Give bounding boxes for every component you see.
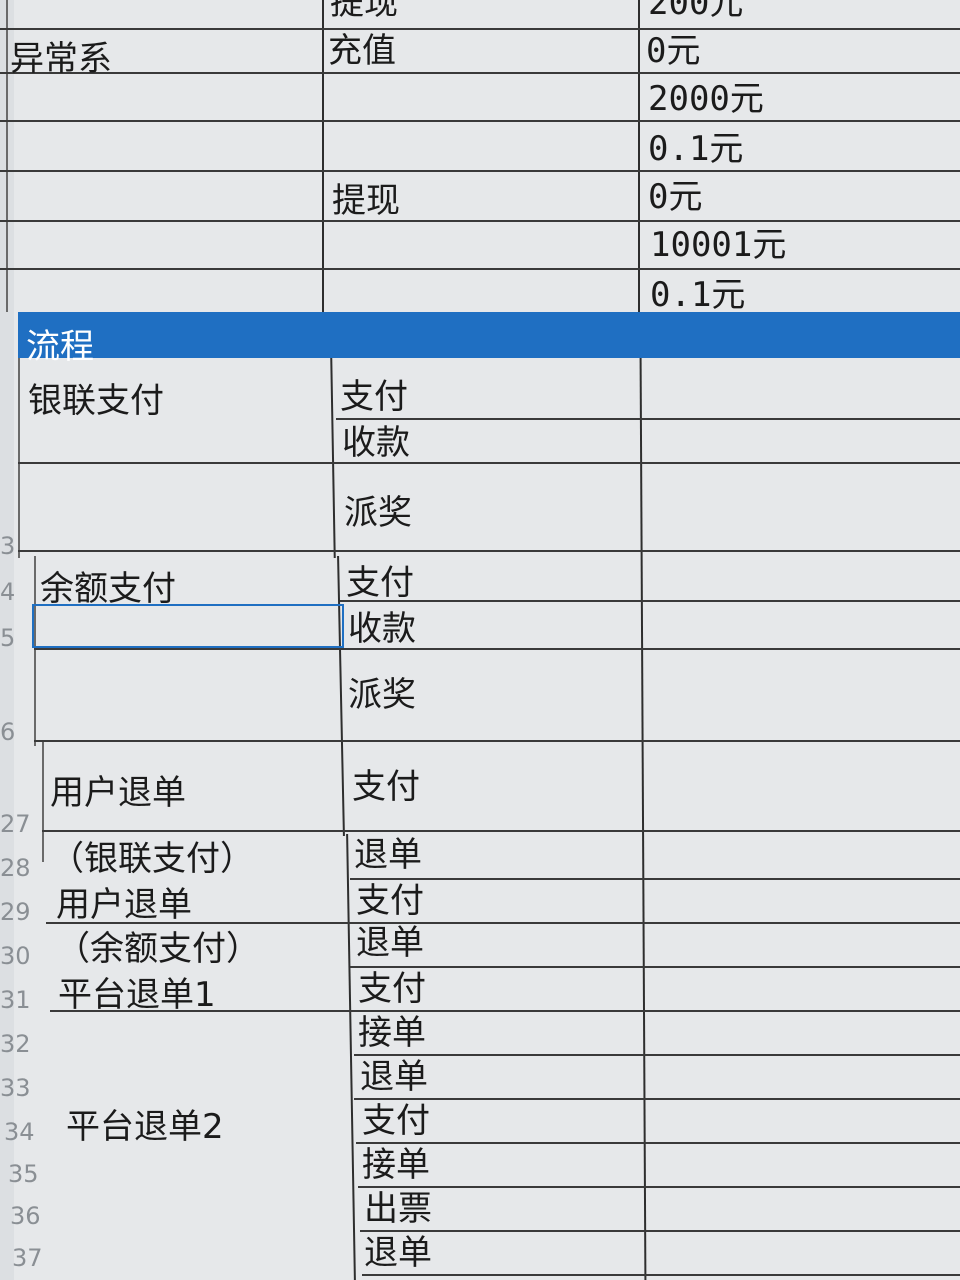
row-header-29[interactable]: 29 bbox=[0, 900, 31, 924]
grid-row-line bbox=[0, 268, 960, 270]
cell-step[interactable]: 支付 bbox=[358, 972, 426, 1006]
row-header-28[interactable]: 28 bbox=[0, 856, 31, 880]
grid-row-line bbox=[356, 1142, 960, 1144]
cell-recharge[interactable]: 充值 bbox=[328, 34, 396, 68]
cell-scenario[interactable]: 银联支付 bbox=[28, 384, 164, 418]
grid-col-a-low2 bbox=[42, 742, 44, 862]
selected-cell[interactable] bbox=[32, 604, 344, 648]
cell-withdraw[interactable]: 提现 bbox=[332, 184, 400, 218]
grid-row-line bbox=[360, 1230, 960, 1232]
grid-col-c-top bbox=[638, 0, 640, 312]
cell-step[interactable]: 退单 bbox=[360, 1060, 428, 1094]
row-header-37[interactable]: 37 bbox=[12, 1246, 43, 1270]
grid-row-line bbox=[0, 72, 960, 74]
grid-row-line bbox=[42, 830, 960, 832]
section-title: 流程 bbox=[26, 327, 94, 367]
grid-col-a-mid bbox=[18, 358, 20, 558]
grid-col-a-left bbox=[6, 0, 8, 312]
cell-step[interactable]: 接单 bbox=[358, 1016, 426, 1050]
grid-col-b-bottom bbox=[346, 834, 356, 1280]
cell-recharge-amount-3[interactable]: 0.1元 bbox=[648, 132, 743, 166]
row-header-32[interactable]: 32 bbox=[0, 1032, 31, 1056]
cell-recharge-amount-2[interactable]: 2000元 bbox=[648, 82, 764, 116]
cell-step[interactable]: 接单 bbox=[362, 1148, 430, 1182]
cell-step[interactable]: 支付 bbox=[340, 380, 408, 414]
cell-step[interactable]: 支付 bbox=[356, 884, 424, 918]
cell-step[interactable]: 收款 bbox=[348, 612, 416, 646]
row-header-36[interactable]: 36 bbox=[10, 1204, 41, 1228]
row-header-35[interactable]: 35 bbox=[8, 1162, 39, 1186]
cell-withdraw-amount-1[interactable]: 0元 bbox=[648, 180, 702, 214]
cell-scenario[interactable]: （余额支付） bbox=[56, 932, 260, 966]
grid-row-line bbox=[358, 1186, 960, 1188]
cell-step[interactable]: 派奖 bbox=[348, 678, 416, 712]
spreadsheet: 3 4 5 6 27 28 29 30 31 32 33 34 35 36 37… bbox=[0, 0, 960, 1280]
row-header-27[interactable]: 27 bbox=[0, 812, 31, 836]
cell-step[interactable]: 支付 bbox=[346, 566, 414, 600]
cell-scenario[interactable]: 平台退单1 bbox=[58, 978, 216, 1012]
grid-row-line bbox=[354, 1054, 960, 1056]
grid-col-b-low bbox=[337, 556, 345, 836]
row-header-30[interactable]: 30 bbox=[0, 944, 31, 968]
cell-step[interactable]: 支付 bbox=[352, 770, 420, 804]
row-header-33[interactable]: 33 bbox=[0, 1076, 31, 1100]
cell-withdraw-cutoff[interactable]: 提现 bbox=[330, 0, 398, 20]
cell-step[interactable]: 退单 bbox=[354, 838, 422, 872]
cell-scenario[interactable]: 余额支付 bbox=[40, 572, 176, 606]
cell-step[interactable]: 退单 bbox=[364, 1236, 432, 1270]
cell-step[interactable]: 出票 bbox=[364, 1192, 432, 1226]
row-header-3[interactable]: 3 bbox=[0, 534, 15, 558]
cell-step[interactable]: 退单 bbox=[356, 926, 424, 960]
cell-step[interactable]: 派奖 bbox=[344, 496, 412, 530]
grid-row-line bbox=[336, 418, 960, 420]
cell-scenario[interactable]: 平台退单2 bbox=[66, 1110, 224, 1144]
grid-row-line bbox=[340, 600, 960, 602]
cell-recharge-amount-1[interactable]: 0元 bbox=[646, 34, 700, 68]
cell-step[interactable]: 收款 bbox=[342, 426, 410, 460]
grid-row-line bbox=[34, 740, 960, 742]
grid-row-line bbox=[0, 170, 960, 172]
cell-category[interactable]: 异常系 bbox=[10, 42, 112, 76]
grid-row-line bbox=[18, 550, 960, 552]
cell-step[interactable]: 支付 bbox=[362, 1104, 430, 1138]
cell-withdraw-amount-3[interactable]: 0.1元 bbox=[650, 278, 745, 312]
grid-col-b-top bbox=[322, 0, 324, 312]
row-header-34[interactable]: 34 bbox=[4, 1120, 35, 1144]
grid-col-b-mid bbox=[330, 358, 336, 558]
row-header-4[interactable]: 4 bbox=[0, 580, 15, 604]
grid-row-line bbox=[34, 648, 960, 650]
row-header-31[interactable]: 31 bbox=[0, 988, 31, 1012]
cell-scenario[interactable]: （银联支付） bbox=[50, 842, 254, 876]
cell-withdraw-amount-2[interactable]: 10001元 bbox=[650, 228, 786, 262]
grid-row-line bbox=[350, 878, 960, 880]
grid-col-a-low bbox=[34, 556, 36, 746]
grid-row-line bbox=[350, 966, 960, 968]
grid-row-line bbox=[18, 462, 960, 464]
section-header-bar[interactable] bbox=[18, 312, 960, 358]
row-header-5[interactable]: 5 bbox=[0, 626, 15, 650]
grid-row-line bbox=[362, 1274, 960, 1276]
cell-scenario[interactable]: 用户退单 bbox=[50, 776, 186, 810]
grid-row-line bbox=[0, 120, 960, 122]
grid-row-line bbox=[0, 220, 960, 222]
grid-row-line bbox=[354, 1098, 960, 1100]
cell-amount-cutoff[interactable]: 200元 bbox=[648, 0, 743, 20]
cell-scenario[interactable]: 用户退单 bbox=[56, 888, 192, 922]
row-header-6[interactable]: 6 bbox=[0, 720, 15, 744]
grid-row-line bbox=[0, 28, 960, 30]
